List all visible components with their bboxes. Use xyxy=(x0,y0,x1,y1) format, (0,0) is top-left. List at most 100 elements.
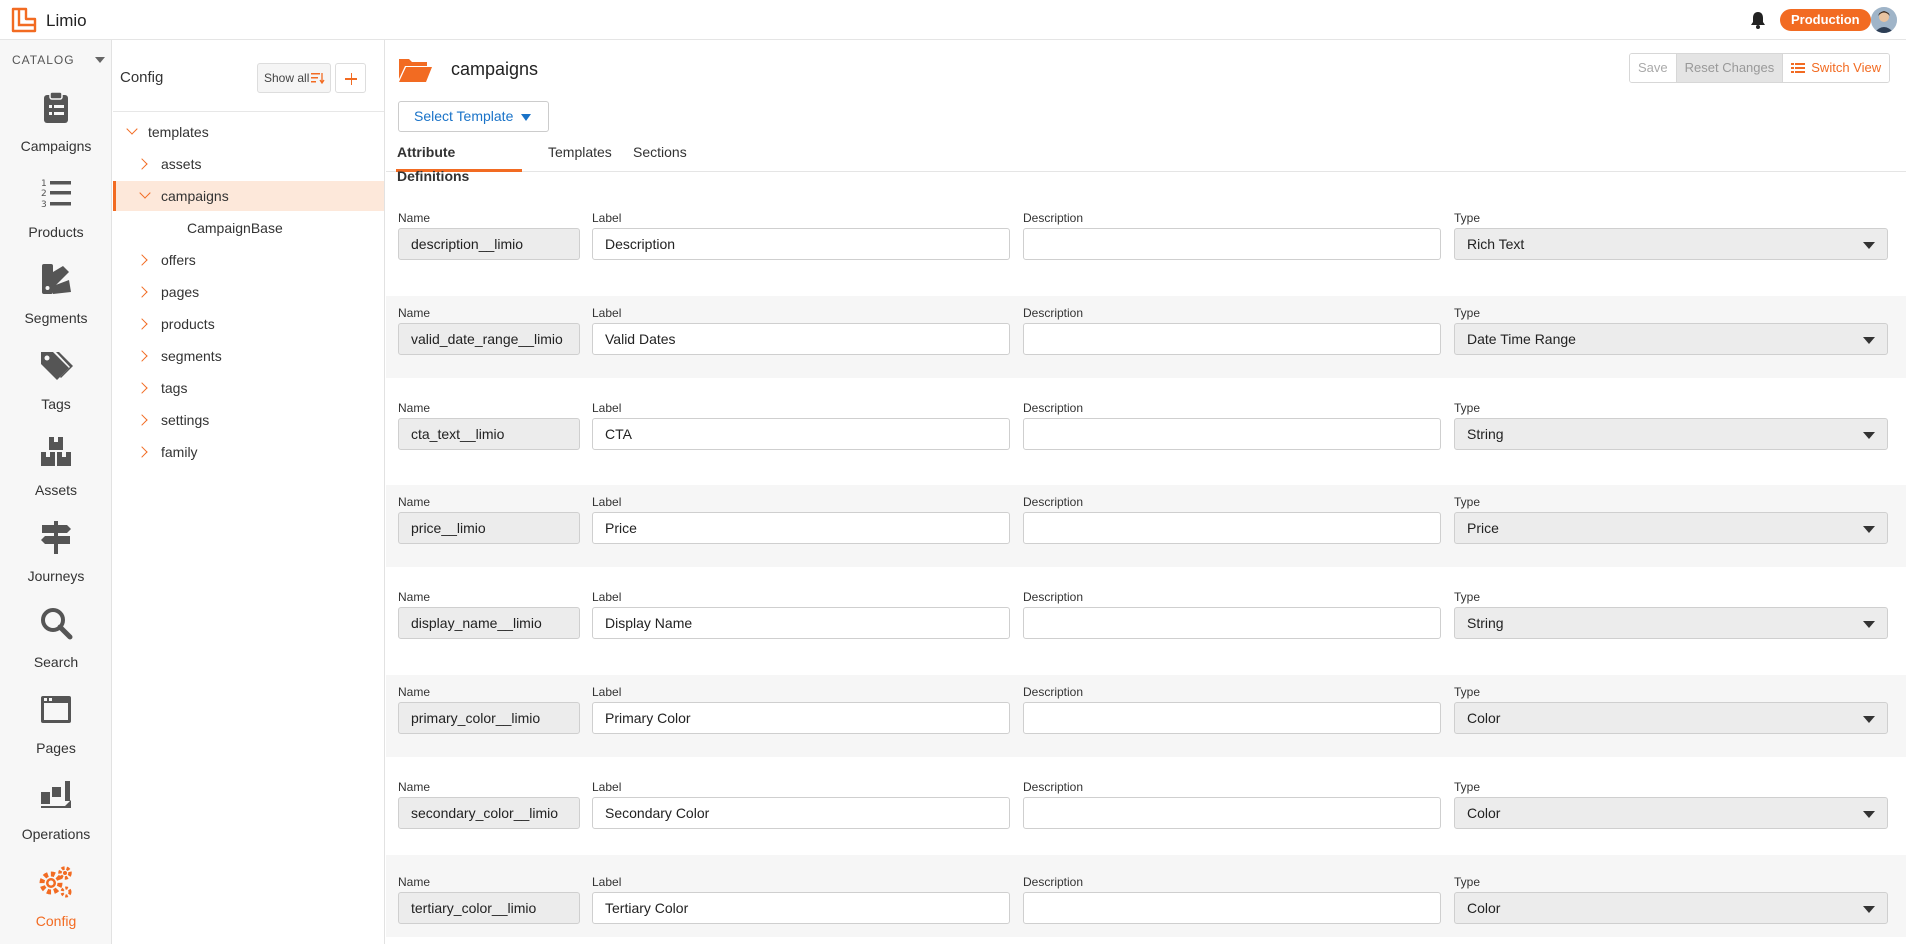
label-field[interactable]: Secondary Color xyxy=(592,797,1010,829)
tree-item-campaigns[interactable]: campaigns xyxy=(113,181,384,211)
name-field[interactable]: primary_color__limio xyxy=(398,702,580,734)
nav-item-campaigns[interactable]: Campaigns xyxy=(0,90,112,154)
label-field[interactable]: Tertiary Color xyxy=(592,892,1010,924)
nav-item-assets[interactable]: Assets xyxy=(0,434,112,498)
tree-item-label: settings xyxy=(161,412,210,428)
nav-item-pages[interactable]: Pages xyxy=(0,692,112,756)
main-content: campaigns Save Reset Changes Switch View… xyxy=(386,40,1906,944)
nav-label: Pages xyxy=(36,740,76,756)
name-field[interactable]: description__limio xyxy=(398,228,580,260)
type-select[interactable]: String xyxy=(1454,418,1888,450)
avatar[interactable] xyxy=(1871,7,1897,33)
tab-attribute-definitions[interactable]: Attribute Definitions xyxy=(396,140,522,184)
type-select[interactable]: Color xyxy=(1454,892,1888,924)
tree-item-segments[interactable]: segments xyxy=(113,341,384,371)
catalog-dropdown-icon[interactable] xyxy=(95,57,105,63)
tree-item-templates[interactable]: templates xyxy=(113,117,384,147)
type-select[interactable]: Rich Text xyxy=(1454,228,1888,260)
name-field[interactable]: tertiary_color__limio xyxy=(398,892,580,924)
reset-changes-button[interactable]: Reset Changes xyxy=(1676,54,1784,82)
label-field[interactable]: Display Name xyxy=(592,607,1010,639)
description-field[interactable] xyxy=(1023,607,1441,639)
type-select[interactable]: Color xyxy=(1454,702,1888,734)
name-field[interactable]: price__limio xyxy=(398,512,580,544)
chevron-right-icon[interactable] xyxy=(136,414,148,426)
tree-item-family[interactable]: family xyxy=(113,437,384,467)
chevron-right-icon[interactable] xyxy=(136,382,148,394)
label-field[interactable]: Description xyxy=(592,228,1010,260)
description-field[interactable] xyxy=(1023,892,1441,924)
bell-icon[interactable] xyxy=(1748,10,1768,30)
name-field[interactable]: secondary_color__limio xyxy=(398,797,580,829)
tab-sections[interactable]: Sections xyxy=(633,140,687,172)
tree-item-tags[interactable]: tags xyxy=(113,373,384,403)
type-select[interactable]: Color xyxy=(1454,797,1888,829)
type-select[interactable]: String xyxy=(1454,607,1888,639)
description-field[interactable] xyxy=(1023,323,1441,355)
label-field[interactable]: Price xyxy=(592,512,1010,544)
tree-item-products[interactable]: products xyxy=(113,309,384,339)
nav-item-segments[interactable]: Segments xyxy=(0,262,112,326)
show-all-button[interactable]: Show all xyxy=(257,63,331,93)
tree-item-label: offers xyxy=(161,252,196,268)
show-all-label: Show all xyxy=(264,71,310,85)
nav-label: Config xyxy=(35,913,77,929)
chevron-right-icon[interactable] xyxy=(136,318,148,330)
select-template-dropdown[interactable]: Select Template xyxy=(398,101,549,132)
svg-text:1: 1 xyxy=(41,179,47,189)
chevron-down-icon[interactable] xyxy=(139,187,151,199)
save-button[interactable]: Save xyxy=(1630,54,1677,82)
tree-item-assets[interactable]: assets xyxy=(113,149,384,179)
name-field[interactable]: valid_date_range__limio xyxy=(398,323,580,355)
nav-item-tags[interactable]: Tags xyxy=(0,348,112,412)
chevron-right-icon[interactable] xyxy=(136,286,148,298)
description-field[interactable] xyxy=(1023,797,1441,829)
chevron-right-icon[interactable] xyxy=(136,446,148,458)
type-label: Type xyxy=(1454,590,1481,604)
tree-item-label: CampaignBase xyxy=(187,220,283,236)
description-field[interactable] xyxy=(1023,512,1441,544)
tab-templates[interactable]: Templates xyxy=(548,140,612,172)
type-label: Type xyxy=(1454,211,1481,225)
tree-item-offers[interactable]: offers xyxy=(113,245,384,275)
attribute-row: Name cta_text__limio Label CTA Descripti… xyxy=(386,391,1906,473)
nav-item-config[interactable]: Config xyxy=(0,865,112,929)
tree-item-pages[interactable]: pages xyxy=(113,277,384,307)
logo[interactable]: Limio xyxy=(11,7,87,34)
chevron-right-icon[interactable] xyxy=(136,254,148,266)
attribute-row: Name secondary_color__limio Label Second… xyxy=(386,770,1906,852)
switch-view-button[interactable]: Switch View xyxy=(1783,54,1890,82)
label-field[interactable]: Valid Dates xyxy=(592,323,1010,355)
description-field[interactable] xyxy=(1023,228,1441,260)
nav-item-journeys[interactable]: Journeys xyxy=(0,520,112,584)
label-field[interactable]: CTA xyxy=(592,418,1010,450)
chevron-down-icon[interactable] xyxy=(126,123,138,135)
environment-badge[interactable]: Production xyxy=(1780,9,1871,31)
nav-label: Tags xyxy=(41,396,71,412)
label-field[interactable]: Primary Color xyxy=(592,702,1010,734)
type-select[interactable]: Price xyxy=(1454,512,1888,544)
nav-item-products[interactable]: 1 2 3 Products xyxy=(0,176,112,240)
tree-item-campaignbase[interactable]: CampaignBase xyxy=(113,213,384,243)
name-label: Name xyxy=(398,495,431,509)
name-field[interactable]: display_name__limio xyxy=(398,607,580,639)
nav-item-operations[interactable]: Operations xyxy=(0,778,112,842)
description-field[interactable] xyxy=(1023,418,1441,450)
signpost-icon xyxy=(41,521,71,554)
add-item-button[interactable] xyxy=(335,63,366,93)
description-field[interactable] xyxy=(1023,702,1441,734)
nav-item-search[interactable]: Search xyxy=(0,606,112,670)
user-avatar-icon xyxy=(1871,7,1897,33)
chevron-right-icon[interactable] xyxy=(136,158,148,170)
type-select[interactable]: Date Time Range xyxy=(1454,323,1888,355)
catalog-section-label[interactable]: CATALOG xyxy=(12,53,75,67)
switch-view-icon xyxy=(1791,63,1806,73)
chevron-right-icon[interactable] xyxy=(136,350,148,362)
tree-item-label: tags xyxy=(161,380,188,396)
name-field[interactable]: cta_text__limio xyxy=(398,418,580,450)
description-label: Description xyxy=(1023,211,1084,225)
tree-item-label: segments xyxy=(161,348,222,364)
label-label: Label xyxy=(592,590,622,604)
tree-item-label: products xyxy=(161,316,215,332)
tree-item-settings[interactable]: settings xyxy=(113,405,384,435)
